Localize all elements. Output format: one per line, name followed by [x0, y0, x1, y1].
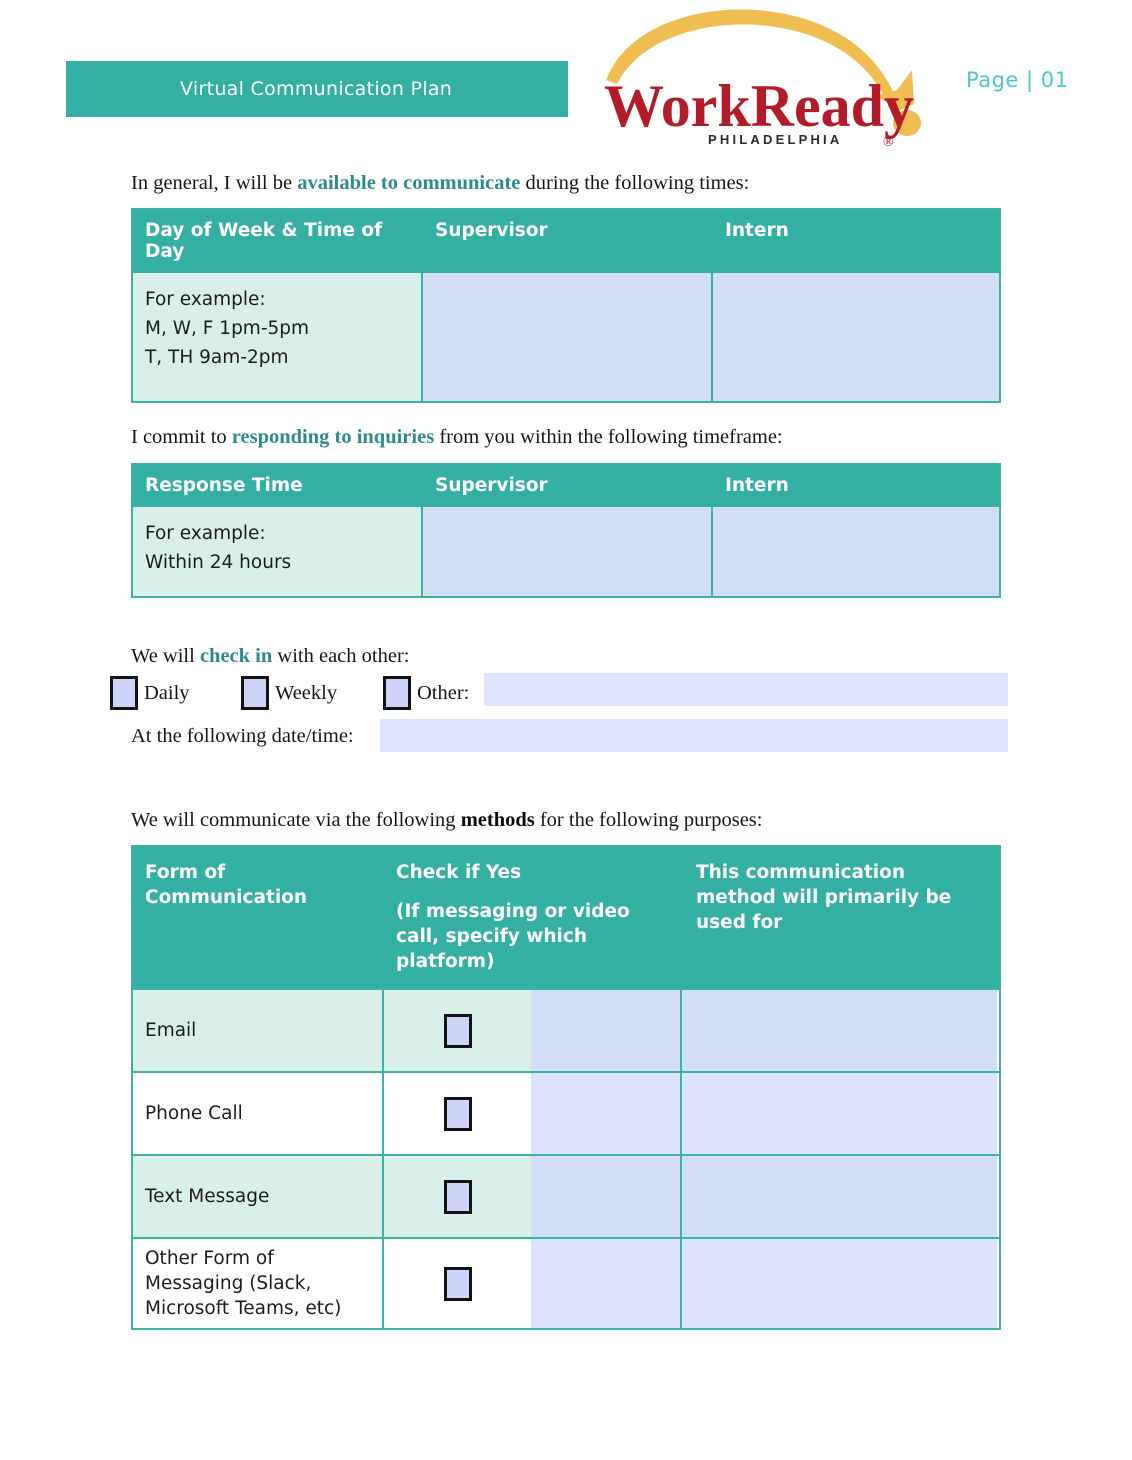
availability-example-cell: For example: M, W, F 1pm-5pm T, TH 9am-2…	[133, 273, 423, 401]
availability-intern-field[interactable]	[713, 273, 999, 401]
header-title-band: Virtual Communication Plan	[66, 61, 568, 117]
methods-purpose-input-other-messaging[interactable]	[682, 1239, 997, 1328]
availability-table-body-row: For example: M, W, F 1pm-5pm T, TH 9am-2…	[133, 273, 999, 401]
response-time-table: Response Time Supervisor Intern For exam…	[131, 463, 1001, 598]
response-header-time: Response Time	[145, 475, 303, 496]
checkbox-other-messaging[interactable]	[443, 1266, 472, 1301]
checkbox-phone-call[interactable]	[443, 1096, 472, 1131]
communication-methods-table: Form of Communication Check if Yes (If m…	[131, 845, 1001, 1330]
checkin-datetime-input[interactable]	[380, 719, 1008, 752]
methods-check-cell-phone-call[interactable]	[384, 1073, 531, 1154]
methods-header-check-sub: (If messaging or video call, specify whi…	[396, 901, 630, 972]
svg-text:WorkReady: WorkReady	[604, 73, 914, 139]
checkin-label-other: Other:	[417, 681, 470, 704]
availability-intro-before: In general, I will be	[131, 172, 298, 194]
response-example-line-2: Within 24 hours	[145, 552, 292, 573]
methods-check-cell-email[interactable]	[384, 990, 531, 1071]
response-intro-text: I commit to responding to inquiries from…	[131, 424, 783, 450]
checkin-intro-highlight: check in	[199, 645, 273, 667]
response-example-line-1: For example:	[145, 523, 266, 544]
methods-row-label-phone-call: Phone Call	[133, 1073, 384, 1154]
methods-purpose-input-text-message[interactable]	[682, 1156, 997, 1237]
checkin-intro-text: We will check in with each other:	[131, 643, 409, 669]
methods-row-phone-call: Phone Call	[133, 1071, 999, 1154]
methods-row-text-message: Text Message	[133, 1154, 999, 1237]
methods-check-cell-other-messaging[interactable]	[384, 1239, 531, 1328]
checkin-other-input[interactable]	[484, 673, 1008, 706]
checkbox-weekly[interactable]	[241, 676, 269, 710]
methods-row-other-messaging: Other Form of Messaging (Slack, Microsof…	[133, 1237, 999, 1328]
methods-check-cell-text-message[interactable]	[384, 1156, 531, 1237]
availability-table-header-row: Day of Week & Time of Day Supervisor Int…	[133, 210, 999, 273]
page-number: Page | 01	[966, 68, 1069, 92]
methods-header-check: Check if Yes (If messaging or video call…	[384, 847, 684, 988]
response-table-header-row: Response Time Supervisor Intern	[133, 465, 999, 507]
availability-supervisor-field[interactable]	[423, 273, 713, 401]
methods-header-check-main: Check if Yes	[396, 862, 522, 883]
workready-philadelphia-logo: WorkReady PHILADELPHIA ®	[600, 4, 940, 152]
svg-text:PHILADELPHIA: PHILADELPHIA	[708, 132, 842, 147]
availability-intro-after: during the following times:	[520, 172, 750, 194]
methods-row-label-other-messaging: Other Form of Messaging (Slack, Microsof…	[133, 1239, 384, 1328]
response-table-body-row: For example: Within 24 hours	[133, 507, 999, 596]
response-intern-field[interactable]	[713, 507, 999, 596]
response-header-supervisor: Supervisor	[435, 475, 548, 496]
checkbox-text-message[interactable]	[443, 1179, 472, 1214]
response-intro-after: from you within the following timeframe:	[434, 426, 783, 448]
methods-purpose-input-email[interactable]	[682, 990, 997, 1071]
response-supervisor-field[interactable]	[423, 507, 713, 596]
availability-example-line-1: For example:	[145, 289, 266, 310]
methods-intro-bold: methods	[460, 809, 535, 831]
methods-intro-after: for the following purposes:	[534, 809, 763, 831]
methods-table-header-row: Form of Communication Check if Yes (If m…	[133, 847, 999, 988]
methods-platform-input-phone-call[interactable]	[531, 1073, 682, 1154]
methods-row-label-text-message: Text Message	[133, 1156, 384, 1237]
checkin-intro-before: We will	[131, 645, 200, 667]
methods-intro-text: We will communicate via the following me…	[131, 807, 762, 833]
checkin-option-other[interactable]: Other:	[383, 676, 469, 710]
methods-platform-input-email[interactable]	[531, 990, 682, 1071]
methods-platform-input-text-message[interactable]	[531, 1156, 682, 1237]
methods-intro-before: We will communicate via the following	[131, 809, 461, 831]
availability-example-line-3: T, TH 9am-2pm	[145, 347, 289, 368]
response-example-cell: For example: Within 24 hours	[133, 507, 423, 596]
availability-example-line-2: M, W, F 1pm-5pm	[145, 318, 310, 339]
response-intro-before: I commit to	[131, 426, 232, 448]
availability-table: Day of Week & Time of Day Supervisor Int…	[131, 208, 1001, 403]
checkin-intro-after: with each other:	[272, 645, 410, 667]
availability-intro-highlight: available to communicate	[297, 172, 521, 194]
checkin-datetime-label: At the following date/time:	[131, 725, 354, 747]
checkin-option-daily[interactable]: Daily	[110, 676, 190, 710]
availability-header-day: Day of Week & Time of Day	[145, 220, 383, 262]
methods-platform-input-other-messaging[interactable]	[531, 1239, 682, 1328]
methods-header-purpose: This communication method will primarily…	[696, 862, 952, 933]
checkbox-daily[interactable]	[110, 676, 138, 710]
availability-header-supervisor: Supervisor	[435, 220, 548, 241]
checkbox-email[interactable]	[443, 1013, 472, 1048]
response-intro-highlight: responding to inquiries	[231, 426, 435, 448]
checkin-label-weekly: Weekly	[275, 681, 338, 704]
methods-row-label-email: Email	[133, 990, 384, 1071]
methods-header-form: Form of Communication	[145, 862, 308, 908]
response-header-intern: Intern	[725, 475, 789, 496]
methods-row-email: Email	[133, 988, 999, 1071]
svg-text:®: ®	[883, 135, 894, 150]
checkin-option-weekly[interactable]: Weekly	[241, 676, 337, 710]
methods-purpose-input-phone-call[interactable]	[682, 1073, 997, 1154]
availability-intro-text: In general, I will be available to commu…	[131, 170, 749, 196]
availability-header-intern: Intern	[725, 220, 789, 241]
checkbox-other[interactable]	[383, 676, 411, 710]
document-title: Virtual Communication Plan	[180, 78, 453, 100]
checkin-label-daily: Daily	[144, 681, 190, 704]
